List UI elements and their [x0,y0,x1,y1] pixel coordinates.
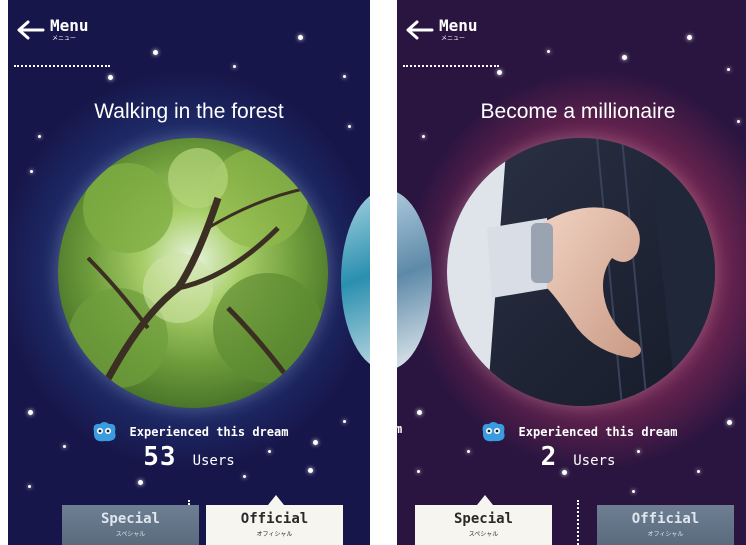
mascot-blob-icon [482,422,505,442]
dream-screen-forest: Menu メニュー Walking in the forest Experien… [8,0,370,545]
user-count-row: 2 Users [397,442,746,472]
menu-sublabel: メニュー [52,35,77,42]
dream-image-forest[interactable] [58,138,328,408]
tab-special-sublabel: スペシャル [468,531,499,538]
tab-official-sublabel: オフィシャル [256,531,293,538]
mascot-blob-icon [93,422,116,442]
tab-special[interactable]: Special スペシャル [62,505,199,545]
menu-button[interactable]: Menu メニュー [405,18,478,42]
experienced-label: Experienced this dream [518,425,678,439]
tab-divider [577,500,579,545]
dream-image-millionaire[interactable] [447,138,715,406]
tab-special-sublabel: スペシャル [115,531,146,538]
menu-label: Menu [50,16,89,35]
menu-sublabel: メニュー [441,35,466,42]
previous-dream-preview[interactable] [397,190,432,370]
menu-divider [14,65,110,67]
dream-title: Walking in the forest [94,100,284,123]
tab-special-label: Special [100,511,160,527]
menu-label: Menu [439,16,478,35]
tab-official[interactable]: Official オフィシャル [597,505,734,545]
businessman-handshake-image [447,138,715,406]
active-tab-pointer [268,495,284,505]
user-count: 2 [540,442,558,472]
tab-official-label: Official [631,511,700,527]
menu-button[interactable]: Menu メニュー [16,18,89,42]
back-arrow-icon [17,20,45,40]
tab-official-label: Official [240,511,309,527]
tab-special[interactable]: Special スペシャル [415,495,552,545]
active-tab-pointer [477,495,493,505]
experienced-row: Experienced this dream [397,420,746,444]
user-count-row: 53 Users [8,442,370,472]
users-label: Users [573,453,616,469]
dream-screen-millionaire: Menu メニュー Become a millionaire m Experie… [397,0,746,545]
users-label: Users [192,453,235,469]
tab-official-sublabel: オフィシャル [647,531,684,538]
next-dream-preview[interactable] [341,190,370,370]
tab-special-label: Special [453,511,513,527]
tab-official[interactable]: Official オフィシャル [206,495,343,545]
forest-canopy-image [58,138,328,408]
experienced-label: Experienced this dream [129,425,289,439]
back-arrow-icon [406,20,434,40]
dream-title: Become a millionaire [480,100,676,123]
user-count: 53 [143,442,177,472]
experienced-row: Experienced this dream [8,420,370,444]
menu-divider [403,65,499,67]
